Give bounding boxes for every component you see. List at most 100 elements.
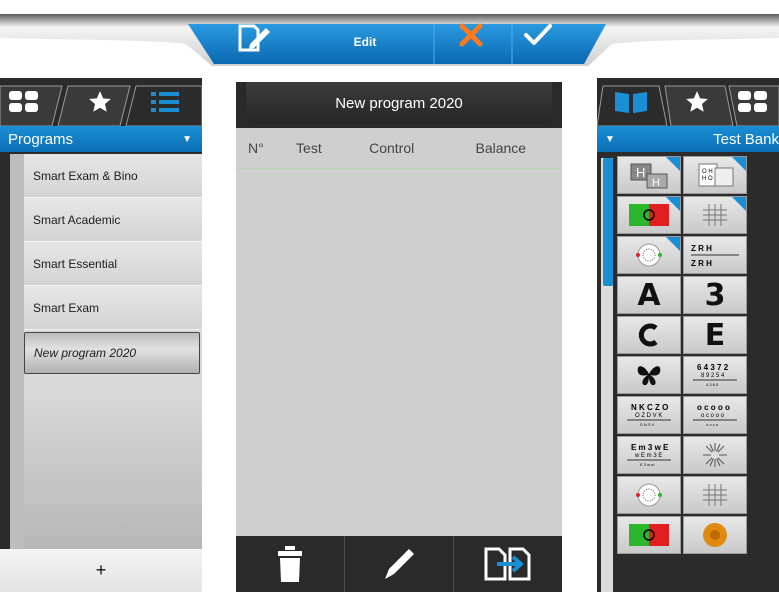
caret-down-icon: ▼: [182, 133, 192, 145]
number-chart-tile-icon[interactable]: 6 4 3 7 28 9 2 5 4 4 3 6 5: [683, 356, 747, 394]
program-title: New program 2020: [246, 82, 552, 124]
column-header-test: Test: [296, 140, 322, 156]
add-icon: +: [95, 560, 107, 580]
red-green-tile-icon[interactable]: [617, 196, 681, 234]
column-header-number: N°: [248, 140, 264, 156]
tab-test-book[interactable]: [611, 84, 651, 120]
program-item-new-program-2020[interactable]: New program 2020: [24, 332, 200, 374]
test-tile-grid: HH O HH O Z R H Z R H A 3 E 6 4 3 7 2 8 9…: [617, 156, 779, 592]
program-item-label: Smart Academic: [33, 212, 121, 227]
tab-grid[interactable]: [4, 84, 44, 120]
program-action-bar: [236, 536, 562, 592]
landolt-c-tile-icon[interactable]: [617, 316, 681, 354]
letter-e-tile-icon[interactable]: E: [683, 316, 747, 354]
svg-text:4 3 6 5: 4 3 6 5: [706, 382, 719, 387]
list-icon: [151, 92, 179, 112]
dot-circle-tile-icon[interactable]: [617, 476, 681, 514]
svg-text:6 4 3 7 2: 6 4 3 7 2: [697, 363, 729, 372]
grid-icon: [738, 91, 767, 112]
programs-dropdown[interactable]: Programs ▼: [0, 126, 202, 152]
program-list: Smart Exam & Bino Smart Academic Smart E…: [10, 154, 202, 549]
pencil-icon: [385, 549, 414, 579]
edit-button[interactable]: Edit: [340, 22, 390, 62]
edit-label: Edit: [353, 35, 377, 49]
landolt-chart-tile-icon[interactable]: o c o o oo c o o o o o c o: [683, 396, 747, 434]
e-chart-tile-icon[interactable]: E m 3 w Ew E m 3 E E 3 w m: [617, 436, 681, 474]
tab-favorites[interactable]: [677, 84, 717, 120]
column-header-balance: Balance: [475, 140, 527, 156]
fan-chart-tile-icon[interactable]: [683, 436, 747, 474]
scrollbar-thumb[interactable]: [603, 158, 613, 286]
svg-text:E 3 w m: E 3 w m: [640, 462, 655, 467]
programs-tab-bar: [0, 78, 202, 126]
svg-text:o o c o: o o c o: [706, 422, 719, 427]
test-bank-dropdown[interactable]: ▼ Test Bank: [597, 126, 779, 152]
svg-text:H: H: [652, 177, 660, 189]
edit-icon-button[interactable]: [236, 22, 288, 62]
program-item-smart-exam-bino[interactable]: Smart Exam & Bino: [24, 154, 202, 198]
rename-button[interactable]: [345, 536, 454, 592]
tile-letter: A: [637, 277, 661, 313]
svg-text:8 9 2 5 4: 8 9 2 5 4: [701, 373, 725, 379]
top-toolbar: Edit: [0, 0, 779, 78]
tab-favorites[interactable]: [78, 84, 122, 120]
zrho-chart-tile-icon[interactable]: Z R H Z R H: [683, 236, 747, 274]
duplicate-button[interactable]: [454, 536, 562, 592]
checkmark-icon: [524, 24, 552, 45]
test-bank-panel: ▼ Test Bank HH O HH O Z R H Z R H A 3 E 6…: [597, 78, 779, 592]
cancel-button[interactable]: [458, 22, 504, 62]
column-header-control: Control: [369, 140, 415, 156]
copy-document-icon: [484, 547, 531, 581]
test-bank-scrollbar[interactable]: [601, 158, 613, 592]
svg-text:Z R H: Z R H: [691, 244, 712, 253]
program-item-label: Smart Essential: [33, 256, 118, 271]
program-editor-panel: New program 2020 N° Test Control Balance: [236, 82, 562, 592]
butterfly-tile-icon[interactable]: [617, 356, 681, 394]
delete-button[interactable]: [236, 536, 345, 592]
letter-a-tile-icon[interactable]: A: [617, 276, 681, 314]
programs-header-label: Programs: [8, 130, 74, 148]
svg-text:o c o o o: o c o o o: [697, 403, 730, 412]
validate-button[interactable]: [523, 22, 569, 62]
letter-chart-tile-icon[interactable]: N K C Z OO Z D V K D N S V: [617, 396, 681, 434]
tile-letter: E: [704, 317, 726, 353]
tab-grid[interactable]: [731, 84, 775, 120]
program-title-label: New program 2020: [335, 94, 463, 112]
svg-text:H O: H O: [702, 176, 713, 182]
svg-text:O H: O H: [702, 169, 713, 175]
grid-icon: [9, 91, 38, 112]
table-header-row: N° Test Control Balance: [236, 128, 562, 169]
tab-list[interactable]: [142, 84, 188, 120]
program-test-table: N° Test Control Balance: [236, 128, 562, 536]
program-item-smart-academic[interactable]: Smart Academic: [24, 198, 202, 242]
book-icon: [615, 92, 647, 113]
star-icon: [89, 91, 111, 112]
edit-document-icon: [238, 24, 270, 52]
close-icon: [459, 23, 483, 47]
programs-panel: Programs ▼ Smart Exam & Bino Smart Acade…: [0, 78, 202, 592]
trash-icon: [278, 546, 302, 582]
cross-grid-tile-icon[interactable]: [683, 476, 747, 514]
svg-text:E m 3 w E: E m 3 w E: [631, 443, 669, 452]
program-item-smart-exam[interactable]: Smart Exam: [24, 286, 202, 330]
letter-3-tile-icon[interactable]: 3: [683, 276, 747, 314]
svg-text:Z R H: Z R H: [691, 259, 712, 268]
red-green-tile-icon[interactable]: [617, 516, 681, 554]
letter-grid-tile-icon[interactable]: O HH O: [683, 156, 747, 194]
svg-text:D N S V: D N S V: [640, 422, 655, 427]
program-item-label: Smart Exam: [33, 300, 100, 315]
h-duochrome-tile-icon[interactable]: HH: [617, 156, 681, 194]
caret-down-icon: ▼: [605, 133, 615, 145]
program-item-smart-essential[interactable]: Smart Essential: [24, 242, 202, 286]
tile-letter: 3: [704, 277, 726, 313]
svg-text:o c o o o: o c o o o: [701, 413, 725, 419]
test-bank-header-label: Test Bank: [713, 130, 779, 148]
svg-text:H: H: [636, 165, 645, 180]
svg-text:w E m 3 E: w E m 3 E: [634, 453, 662, 459]
orange-target-tile-icon[interactable]: [683, 516, 747, 554]
add-program-button[interactable]: +: [0, 549, 202, 592]
dot-circle-tile-icon[interactable]: [617, 236, 681, 274]
svg-text:N K C Z O: N K C Z O: [631, 403, 668, 412]
program-item-label: Smart Exam & Bino: [33, 168, 138, 183]
cross-grid-tile-icon[interactable]: [683, 196, 747, 234]
